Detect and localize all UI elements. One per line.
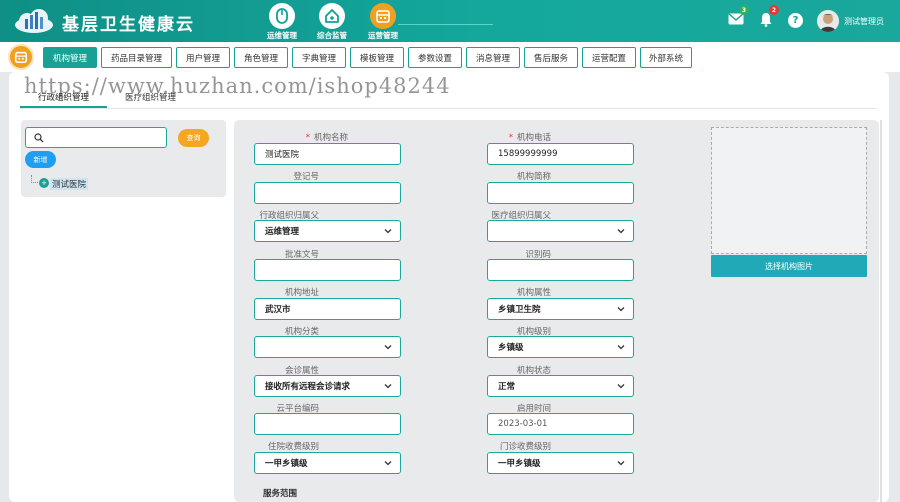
org-phone-label-text: 机构电话 — [516, 133, 551, 143]
outpatient-fee-select[interactable]: 一甲乡镇级 — [487, 452, 634, 474]
reg-no-label: 登记号 — [293, 172, 319, 182]
top-bar: 基层卫生健康云 运维管理 综合监管 运营管理 3 2 ? 测试管理员 — [0, 0, 900, 44]
service-scope-heading: 服务范围 — [263, 489, 298, 499]
module-label: 综合监管 — [317, 31, 347, 40]
chevron-down-icon — [617, 461, 625, 466]
plus-circle-icon[interactable]: + — [39, 178, 49, 188]
org-name-label-text: 机构名称 — [313, 133, 348, 143]
tree-node-root[interactable]: 测试医院 — [50, 178, 89, 190]
short-name-label: 机构简称 — [516, 172, 551, 182]
short-name-field[interactable] — [487, 182, 634, 204]
main-nav: 机构管理 药品目录管理 用户管理 角色管理 字典管理 模板管理 参数设置 消息管… — [0, 42, 900, 72]
calendar-icon — [370, 3, 396, 29]
add-button[interactable]: 新增 — [25, 151, 56, 168]
address-label: 机构地址 — [284, 288, 319, 298]
category-select[interactable] — [254, 336, 401, 358]
tree-connector — [31, 175, 38, 183]
chevron-down-icon — [617, 307, 625, 312]
nav-template-management[interactable]: 模板管理 — [350, 47, 404, 68]
nav-param-settings[interactable]: 参数设置 — [408, 47, 462, 68]
module-operations[interactable]: 运营管理 — [363, 3, 403, 44]
code-field[interactable] — [487, 259, 634, 281]
search-input[interactable] — [25, 127, 167, 148]
tab-divider — [20, 108, 877, 109]
outpatient-fee-value: 一甲乡镇级 — [498, 459, 541, 469]
cloud-logo-icon — [15, 9, 53, 33]
reg-no-field[interactable] — [254, 182, 401, 204]
attr-select[interactable]: 乡镇卫生院 — [487, 298, 634, 320]
org-name-label: * 机构名称 — [305, 133, 348, 143]
cloud-code-field[interactable] — [254, 413, 401, 435]
avatar[interactable] — [817, 10, 839, 32]
scrollbar[interactable] — [880, 120, 882, 502]
org-image-preview[interactable] — [711, 127, 867, 254]
nav-drug-catalog[interactable]: 药品目录管理 — [101, 47, 172, 68]
home-icon — [319, 3, 345, 29]
approval-field[interactable] — [254, 259, 401, 281]
search-icon — [34, 133, 44, 143]
org-phone-field[interactable]: 15899999999 — [487, 143, 634, 165]
inpatient-fee-select[interactable]: 一甲乡镇级 — [254, 452, 401, 474]
org-phone-label: * 机构电话 — [508, 133, 551, 143]
notification-button[interactable]: 2 — [756, 5, 779, 29]
attr-value: 乡镇卫生院 — [498, 305, 541, 315]
tab-admin-org[interactable]: 行政组织管理 — [38, 91, 89, 103]
chevron-down-icon — [617, 384, 625, 389]
nav-after-sales[interactable]: 售后服务 — [524, 47, 578, 68]
mouse-icon — [269, 3, 295, 29]
chevron-down-icon — [384, 229, 392, 234]
consult-select[interactable]: 接收所有远程会诊请求 — [254, 375, 401, 397]
choose-image-button[interactable]: 选择机构图片 — [711, 255, 867, 277]
chevron-down-icon — [617, 345, 625, 350]
address-field[interactable]: 武汉市 — [254, 298, 401, 320]
med-parent-select[interactable] — [487, 220, 634, 242]
level-select[interactable]: 乡镇级 — [487, 336, 634, 358]
nav-message-management[interactable]: 消息管理 — [466, 47, 520, 68]
tab-medical-org[interactable]: 医疗组织管理 — [125, 91, 176, 103]
admin-parent-select[interactable]: 运维管理 — [254, 220, 401, 242]
inpatient-fee-label: 住院收费级别 — [267, 442, 319, 452]
chevron-down-icon — [384, 345, 392, 350]
inpatient-fee-value: 一甲乡镇级 — [265, 459, 308, 469]
nav-ops-config[interactable]: 运营配置 — [582, 47, 636, 68]
outpatient-fee-label: 门诊收费级别 — [499, 442, 551, 452]
calendar-icon — [8, 44, 34, 70]
mail-badge: 3 — [739, 5, 749, 15]
module-ops[interactable]: 运维管理 — [262, 3, 302, 42]
org-name-field[interactable]: 测试医院 — [254, 143, 401, 165]
help-button[interactable]: ? — [788, 13, 803, 28]
user-name[interactable]: 测试管理员 — [844, 16, 884, 27]
attr-label: 机构属性 — [516, 288, 551, 298]
consult-value: 接收所有远程会诊请求 — [265, 382, 351, 392]
search-button[interactable]: 查询 — [178, 129, 209, 147]
module-label: 运维管理 — [267, 31, 297, 40]
app-title: 基层卫生健康云 — [62, 15, 195, 35]
chevron-down-icon — [384, 384, 392, 389]
enable-time-field[interactable]: 2023-03-01 — [487, 413, 634, 435]
nav-external-system[interactable]: 外部系统 — [640, 47, 692, 68]
module-supervision[interactable]: 综合监管 — [312, 3, 352, 42]
nav-org-management[interactable]: 机构管理 — [43, 47, 97, 68]
chevron-down-icon — [384, 461, 392, 466]
nav-dict-management[interactable]: 字典管理 — [292, 47, 346, 68]
status-select[interactable]: 正常 — [487, 375, 634, 397]
notification-badge: 2 — [769, 5, 779, 15]
chevron-down-icon — [617, 229, 625, 234]
status-value: 正常 — [498, 382, 516, 392]
nav-user-management[interactable]: 用户管理 — [176, 47, 230, 68]
module-divider — [398, 24, 493, 25]
nav-role-management[interactable]: 角色管理 — [234, 47, 288, 68]
mail-button[interactable]: 3 — [726, 5, 749, 29]
level-value: 乡镇级 — [498, 343, 524, 353]
admin-parent-value: 运维管理 — [265, 227, 300, 237]
